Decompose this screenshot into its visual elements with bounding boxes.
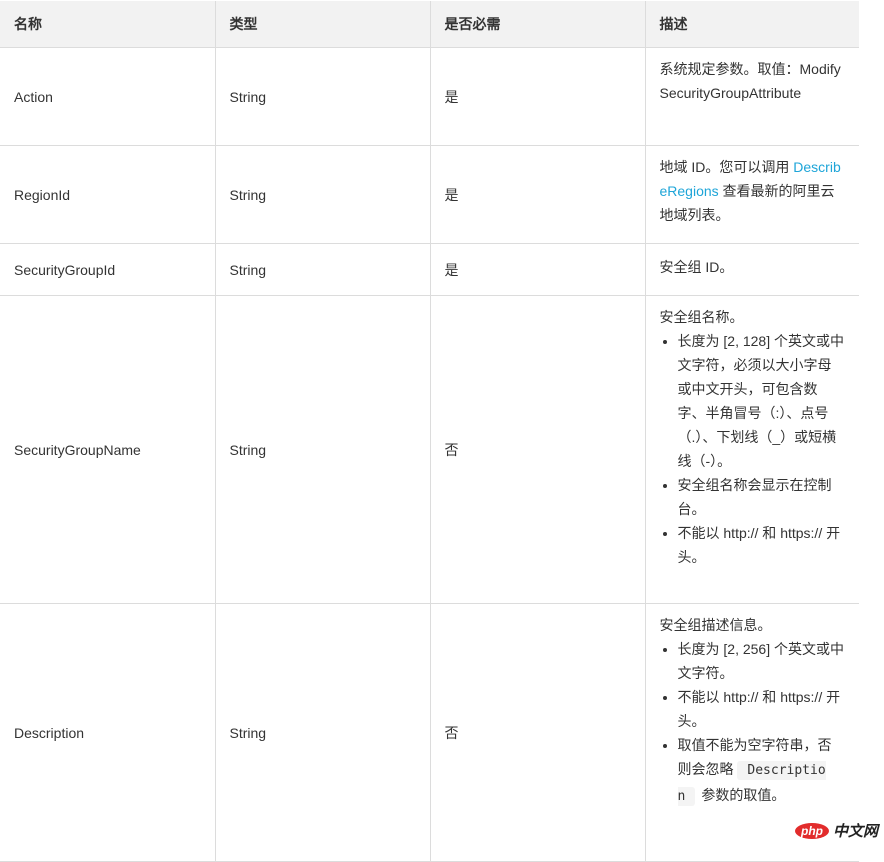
watermark-text: 中文网 [832, 823, 878, 840]
description-text: 安全组名称。 [659, 309, 744, 325]
description-bullets: 长度为 [2, 256] 个英文或中文字符。 不能以 http:// 和 htt… [660, 637, 846, 809]
param-required: 是 [430, 243, 646, 296]
param-type: String [215, 603, 431, 862]
bullet-item: 长度为 [2, 128] 个英文或中文字符，必须以大小字母或中文开头，可包含数字… [678, 329, 846, 473]
param-name: SecurityGroupId [0, 243, 216, 296]
param-type: String [215, 47, 431, 146]
bullet-item: 安全组名称会显示在控制台。 [678, 473, 846, 521]
param-description: 安全组名称。 长度为 [2, 128] 个英文或中文字符，必须以大小字母或中文开… [645, 295, 859, 604]
table-row: RegionId String 是 地域 ID。您可以调用 DescribeRe… [0, 145, 859, 244]
bullet-text: 参数的取值。 [701, 787, 786, 803]
param-required: 是 [430, 145, 646, 244]
parameters-table: 名称 类型 是否必需 描述 Action String 是 系统规定参数。取值：… [0, 1, 859, 862]
table-header-row: 名称 类型 是否必需 描述 [0, 1, 859, 48]
php-logo-icon: php [794, 822, 829, 839]
param-required: 否 [430, 603, 646, 862]
param-name: SecurityGroupName [0, 295, 216, 604]
bullet-item: 不能以 http:// 和 https:// 开头。 [678, 685, 846, 733]
bullet-item: 取值不能为空字符串，否则会忽略 Description参数的取值。 [677, 733, 846, 809]
param-description: 安全组 ID。 [645, 243, 859, 296]
param-type: String [215, 145, 431, 244]
param-type: String [215, 243, 431, 296]
param-required: 是 [430, 47, 646, 146]
header-name: 名称 [0, 1, 216, 48]
php-cn-watermark: php 中文网 [794, 820, 878, 841]
table-row: Description String 否 安全组描述信息。 长度为 [2, 25… [0, 603, 859, 862]
header-type: 类型 [215, 1, 431, 48]
param-required: 否 [430, 295, 646, 604]
header-description: 描述 [645, 1, 859, 48]
param-description: 地域 ID。您可以调用 DescribeRegions 查看最新的阿里云地域列表… [645, 145, 859, 244]
param-type: String [215, 295, 431, 604]
description-text: 安全组描述信息。 [659, 617, 772, 633]
param-name: Description [0, 603, 216, 862]
bullet-item: 长度为 [2, 256] 个英文或中文字符。 [678, 637, 846, 685]
table-row: SecurityGroupId String 是 安全组 ID。 [0, 243, 859, 296]
param-description: 系统规定参数。取值：ModifySecurityGroupAttribute [645, 47, 859, 146]
description-text: 地域 ID。您可以调用 [659, 159, 794, 175]
header-required: 是否必需 [430, 1, 646, 48]
table-row: Action String 是 系统规定参数。取值：ModifySecurity… [0, 47, 859, 146]
table-row: SecurityGroupName String 否 安全组名称。 长度为 [2… [0, 295, 859, 604]
param-name: Action [0, 47, 216, 146]
bullet-item: 不能以 http:// 和 https:// 开头。 [678, 521, 846, 569]
param-name: RegionId [0, 145, 216, 244]
description-bullets: 长度为 [2, 128] 个英文或中文字符，必须以大小字母或中文开头，可包含数字… [660, 329, 846, 569]
